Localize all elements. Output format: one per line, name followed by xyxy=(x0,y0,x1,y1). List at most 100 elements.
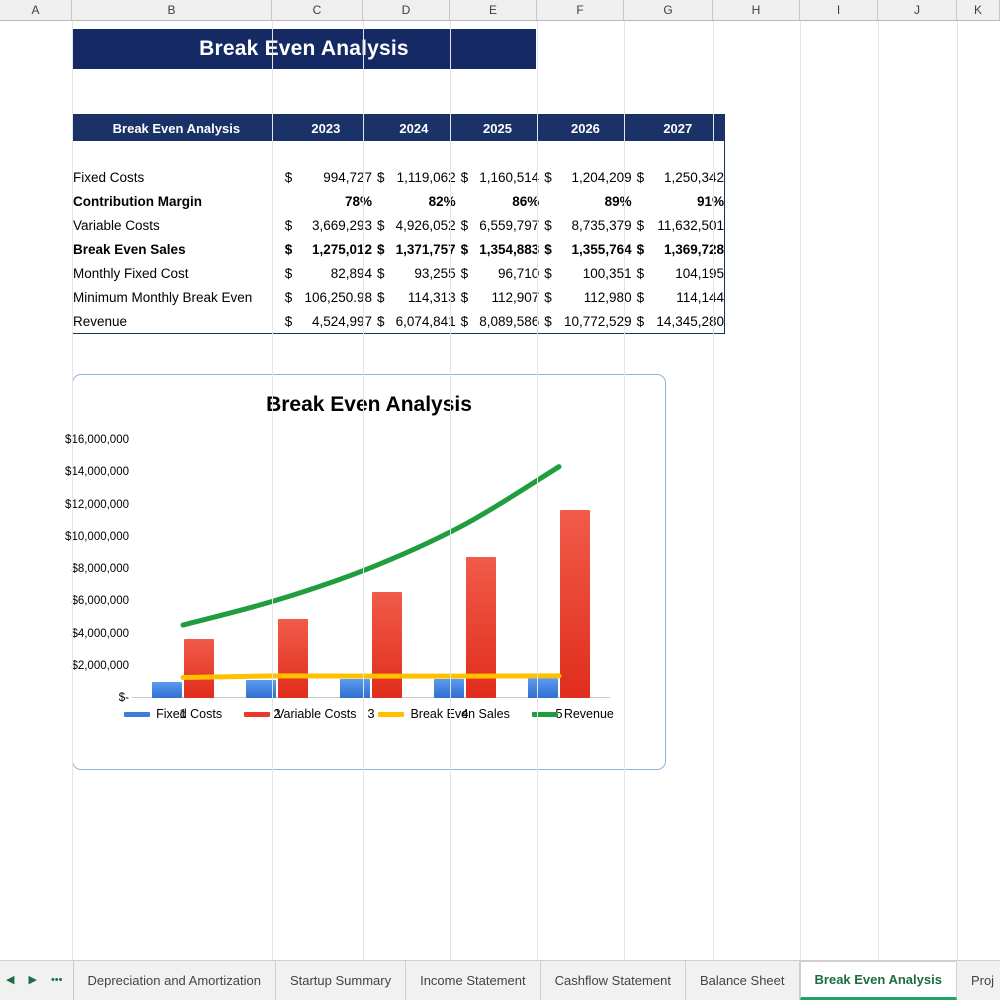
break-even-table: Break Even Analysis 2023 2024 2025 2026 … xyxy=(72,114,725,334)
currency-symbol: $ xyxy=(636,289,645,305)
currency-symbol: $ xyxy=(636,265,645,281)
sheet-tab-label: Income Statement xyxy=(420,973,526,988)
sheet-tab-break-even-analysis[interactable]: Break Even Analysis xyxy=(799,961,957,1000)
currency-symbol: $ xyxy=(460,241,469,257)
sheet-tabs-container: Depreciation and Amortization Startup Sum… xyxy=(73,961,1000,1000)
sheet-tab-income-statement[interactable]: Income Statement xyxy=(406,961,541,1000)
currency-symbol: $ xyxy=(544,289,552,305)
sheet-tab-label: Break Even Analysis xyxy=(814,972,942,987)
table-cell: $1,119,062 xyxy=(372,165,456,189)
table-cell-value: 1,119,062 xyxy=(396,169,456,185)
currency-symbol: $ xyxy=(544,241,552,257)
currency-symbol: $ xyxy=(460,313,469,329)
table-row: Revenue $4,524,997 $6,074,841 $8,089,586 $10… xyxy=(73,309,725,334)
table-cell: $994,727 xyxy=(280,165,372,189)
sheet-tab-depreciation-and-amortization[interactable]: Depreciation and Amortization xyxy=(73,961,276,1000)
chart-legend: Fixed Costs Variable Costs Break Even Sale… xyxy=(73,707,665,721)
currency-symbol: $ xyxy=(377,265,385,281)
currency-symbol: $ xyxy=(544,265,552,281)
sheet-tab-bar: ◀ ▶ ••• Depreciation and Amortization Sta… xyxy=(0,960,1000,1000)
table-body: Fixed Costs $994,727 $1,119,062 $1,160,514 $… xyxy=(73,141,725,334)
prev-sheet-arrow-icon[interactable]: ◀ xyxy=(6,975,14,986)
table-cell: $4,524,997 xyxy=(280,309,372,334)
chart-line-revenue xyxy=(180,464,562,628)
legend-swatch xyxy=(244,711,271,717)
table-cell: $106,250.98 xyxy=(280,285,372,309)
column-header-c[interactable]: C xyxy=(272,0,363,20)
legend-label: Break Even Sales xyxy=(410,707,510,721)
table-cell-value: 8,735,379 xyxy=(571,217,632,233)
currency-symbol: $ xyxy=(636,169,645,185)
grid-column-divider xyxy=(713,21,714,961)
column-header-b[interactable]: B xyxy=(72,0,272,20)
column-header-g[interactable]: G xyxy=(624,0,713,20)
table-spacer-cell xyxy=(73,141,725,165)
column-header-i[interactable]: I xyxy=(800,0,878,20)
sheet-tab-proj[interactable]: Proj xyxy=(956,961,1000,1000)
legend-item: Revenue xyxy=(531,707,614,721)
legend-item: Variable Costs xyxy=(244,707,356,721)
table-row: Minimum Monthly Break Even $106,250.98 $11… xyxy=(73,285,725,309)
currency-symbol: $ xyxy=(460,265,469,281)
table-row: Contribution Margin 78% 82% 86% 89% 91% xyxy=(73,189,725,213)
currency-symbol: $ xyxy=(460,169,469,185)
table-cell: 78% xyxy=(344,193,373,209)
grid-column-divider xyxy=(363,21,364,961)
table-cell: $6,559,797 xyxy=(456,213,540,237)
table-cell: $1,204,209 xyxy=(539,165,631,189)
currency-symbol: $ xyxy=(377,289,385,305)
column-header-k[interactable]: K xyxy=(957,0,1000,20)
currency-symbol: $ xyxy=(377,217,385,233)
currency-symbol: $ xyxy=(377,169,385,185)
table-cell: $1,369,728 xyxy=(632,237,725,261)
column-header-e[interactable]: E xyxy=(450,0,537,20)
sheet-tab-startup-summary[interactable]: Startup Summary xyxy=(275,961,407,1000)
table-cell-value: 114,144 xyxy=(676,289,724,305)
column-header-a[interactable]: A xyxy=(0,0,72,20)
more-sheets-ellipsis-icon[interactable]: ••• xyxy=(51,975,63,986)
column-header-d[interactable]: D xyxy=(363,0,450,20)
table-cell: $96,710 xyxy=(456,261,540,285)
table-row: Monthly Fixed Cost $82,894 $93,255 $96,710 $… xyxy=(73,261,725,285)
table-cell-value: 82,894 xyxy=(330,265,373,281)
column-header-h[interactable]: H xyxy=(713,0,800,20)
sheet-tab-label: Cashflow Statement xyxy=(554,973,671,988)
table-cell: $1,160,514 xyxy=(456,165,540,189)
sheet-tab-cashflow-statement[interactable]: Cashflow Statement xyxy=(540,961,686,1000)
table-col-year-3: 2026 xyxy=(539,114,632,141)
table-row: Variable Costs $3,669,293 $4,926,052 $6,559… xyxy=(73,213,725,237)
chart-y-tick-label: $6,000,000 xyxy=(71,595,129,608)
legend-label: Variable Costs xyxy=(276,707,357,721)
grid-column-divider xyxy=(957,21,958,961)
chart-y-tick-label: $10,000,000 xyxy=(65,530,129,543)
grid-column-divider xyxy=(272,21,273,961)
legend-label: Fixed Costs xyxy=(156,707,223,721)
column-header-f[interactable]: F xyxy=(537,0,624,20)
table-cell-value: 1,250,342 xyxy=(663,169,724,185)
next-sheet-arrow-icon[interactable]: ▶ xyxy=(28,975,36,986)
table-row-label: Monthly Fixed Cost xyxy=(73,265,189,281)
table-cell: 86% xyxy=(512,193,540,209)
chart-line-break-even-sales xyxy=(180,673,562,680)
sheet-tab-label: Balance Sheet xyxy=(699,973,785,988)
sheet-tab-label: Depreciation and Amortization xyxy=(87,973,261,988)
sheet-tab-balance-sheet[interactable]: Balance Sheet xyxy=(685,961,800,1000)
table-cell: $114,144 xyxy=(632,285,725,309)
column-header-bar: ABCDEFGHIJK xyxy=(0,0,1000,21)
table-cell: $14,345,280 xyxy=(632,309,725,334)
spreadsheet-grid: Break Even Analysis Break Even Analysis … xyxy=(0,21,1000,961)
table-cell-value: 112,907 xyxy=(491,289,540,305)
table-cell: $114,313 xyxy=(372,285,456,309)
table-cell: $100,351 xyxy=(539,261,631,285)
sheet-title-banner: Break Even Analysis xyxy=(72,29,536,69)
table-cell-value: 1,354,883 xyxy=(479,241,540,257)
currency-symbol: $ xyxy=(460,217,469,233)
table-cell: $1,275,012 xyxy=(280,237,372,261)
table-cell: $6,074,841 xyxy=(372,309,456,334)
chart-y-tick-label: $4,000,000 xyxy=(71,627,129,640)
currency-symbol: $ xyxy=(284,217,293,233)
table-col-year-4: 2027 xyxy=(631,114,725,141)
table-cell-value: 114,313 xyxy=(407,289,456,305)
table-cell-value: 10,772,529 xyxy=(564,313,632,329)
column-header-j[interactable]: J xyxy=(878,0,957,20)
